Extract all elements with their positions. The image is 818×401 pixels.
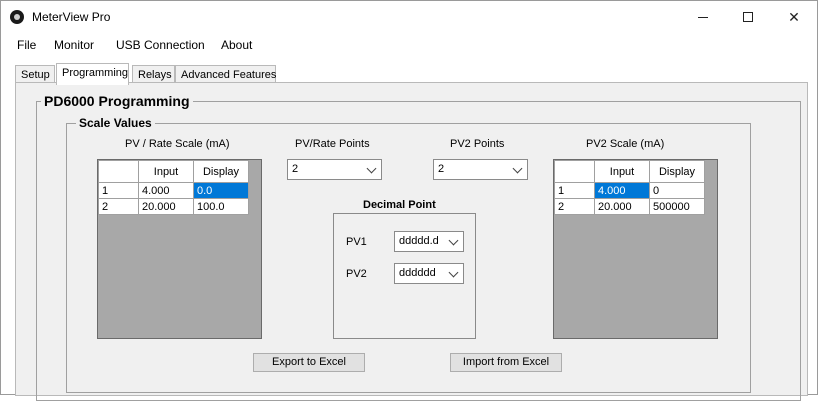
grid-header-display[interactable]: Display xyxy=(649,160,705,183)
menu-monitor[interactable]: Monitor xyxy=(54,38,94,52)
import-from-excel-button[interactable]: Import from Excel xyxy=(450,353,562,372)
pv1-decimal-label: PV1 xyxy=(346,236,367,248)
programming-tab-panel: PD6000 Programming Scale Values PV / Rat… xyxy=(15,82,808,401)
input-cell[interactable]: 4.000 xyxy=(138,182,194,199)
grid-header-input[interactable]: Input xyxy=(594,160,650,183)
table-row: 1 4.000 0.0 xyxy=(98,182,249,199)
display-cell[interactable]: 0 xyxy=(649,182,705,199)
row-index-cell[interactable]: 2 xyxy=(98,198,139,215)
input-cell[interactable]: 20.000 xyxy=(138,198,194,215)
grid-header-row: Input Display xyxy=(554,160,705,183)
pd6000-programming-group: PD6000 Programming Scale Values PV / Rat… xyxy=(36,93,801,401)
chevron-down-icon xyxy=(512,163,523,174)
grid-header-input[interactable]: Input xyxy=(138,160,194,183)
decimal-point-group: PV1 ddddd.d PV2 dddddd xyxy=(333,213,476,339)
menu-bar: File Monitor USB Connection About xyxy=(1,34,817,56)
menu-about[interactable]: About xyxy=(221,38,252,52)
grid-corner-header xyxy=(98,160,139,183)
grid-corner-header xyxy=(554,160,595,183)
row-index-cell[interactable]: 1 xyxy=(554,182,595,199)
meterview-app-icon xyxy=(10,10,24,24)
chevron-down-icon xyxy=(448,235,459,246)
input-cell[interactable]: 4.000 xyxy=(594,182,650,199)
pv1-decimal-select[interactable]: ddddd.d xyxy=(394,231,464,252)
menu-file[interactable]: File xyxy=(17,38,36,52)
display-cell[interactable]: 500000 xyxy=(649,198,705,215)
pd6000-programming-title: PD6000 Programming xyxy=(41,93,193,109)
tab-programming[interactable]: Programming xyxy=(56,63,129,85)
close-icon: ✕ xyxy=(788,8,800,25)
scale-values-title: Scale Values xyxy=(76,116,155,130)
table-row: 2 20.000 500000 xyxy=(554,198,705,215)
grid-header-display[interactable]: Display xyxy=(193,160,249,183)
table-row: 2 20.000 100.0 xyxy=(98,198,249,215)
pv2-points-value: 2 xyxy=(438,163,445,175)
window-title: MeterView Pro xyxy=(32,10,111,24)
minimize-icon xyxy=(698,16,708,18)
menu-usb-connection[interactable]: USB Connection xyxy=(116,38,205,52)
pv-rate-scale-table: Input Display 1 4.000 0.0 2 20.000 100.0 xyxy=(98,160,249,215)
pv2-decimal-select[interactable]: dddddd xyxy=(394,263,464,284)
row-index-cell[interactable]: 2 xyxy=(554,198,595,215)
pv-rate-points-label: PV/Rate Points xyxy=(295,138,370,150)
maximize-button[interactable] xyxy=(725,1,771,33)
scale-values-group: Scale Values PV / Rate Scale (mA) Input … xyxy=(66,116,751,393)
maximize-icon xyxy=(743,12,753,22)
pv-rate-points-value: 2 xyxy=(292,163,299,175)
display-cell[interactable]: 0.0 xyxy=(193,182,249,199)
table-row: 1 4.000 0 xyxy=(554,182,705,199)
pv2-scale-label: PV2 Scale (mA) xyxy=(586,138,665,150)
chevron-down-icon xyxy=(448,267,459,278)
pv2-scale-grid[interactable]: Input Display 1 4.000 0 2 20.000 500000 xyxy=(553,159,718,339)
pv-rate-points-select[interactable]: 2 xyxy=(287,159,382,180)
pv2-points-select[interactable]: 2 xyxy=(433,159,528,180)
pv-rate-scale-grid[interactable]: Input Display 1 4.000 0.0 2 20.000 100.0 xyxy=(97,159,262,339)
pv1-decimal-value: ddddd.d xyxy=(399,235,439,247)
input-cell[interactable]: 20.000 xyxy=(594,198,650,215)
pv-rate-scale-label: PV / Rate Scale (mA) xyxy=(125,138,230,150)
title-bar[interactable]: MeterView Pro ✕ xyxy=(1,1,817,33)
pv2-decimal-value: dddddd xyxy=(399,267,436,279)
export-to-excel-button[interactable]: Export to Excel xyxy=(253,353,365,372)
row-index-cell[interactable]: 1 xyxy=(98,182,139,199)
minimize-button[interactable] xyxy=(680,1,726,33)
chevron-down-icon xyxy=(366,163,377,174)
decimal-point-title: Decimal Point xyxy=(363,199,436,211)
pv2-decimal-label: PV2 xyxy=(346,268,367,280)
pv2-scale-table: Input Display 1 4.000 0 2 20.000 500000 xyxy=(554,160,705,215)
close-button[interactable]: ✕ xyxy=(771,1,817,33)
pv2-points-label: PV2 Points xyxy=(450,138,505,150)
display-cell[interactable]: 100.0 xyxy=(193,198,249,215)
grid-header-row: Input Display xyxy=(98,160,249,183)
app-window: MeterView Pro ✕ File Monitor USB Connect… xyxy=(0,0,818,401)
